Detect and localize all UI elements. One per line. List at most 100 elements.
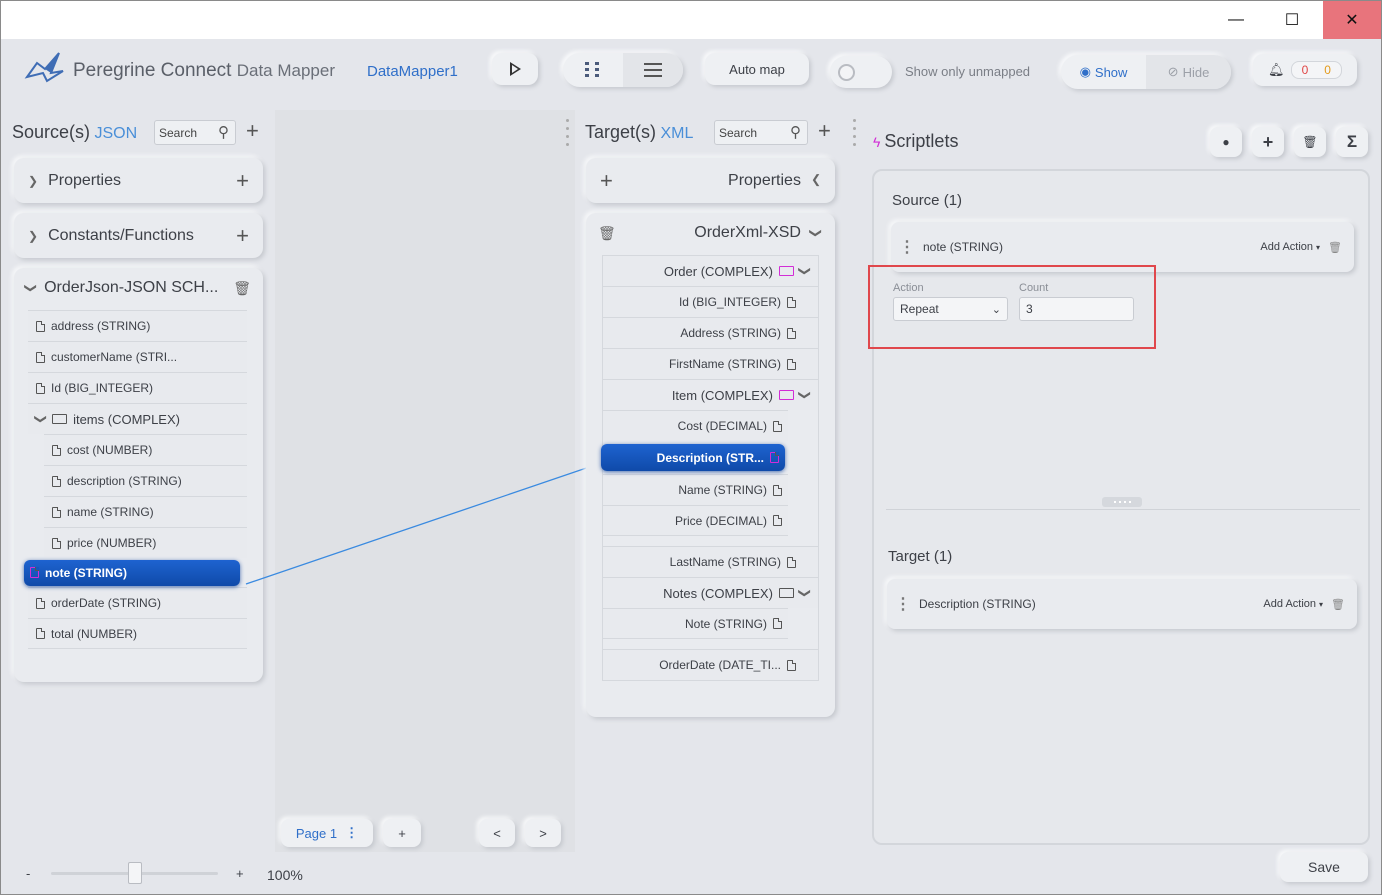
mapper-name: DataMapper1 (367, 63, 458, 80)
add-constant-icon[interactable]: + (236, 223, 249, 249)
field-label: description (STRING) (67, 474, 182, 488)
field-label: Id (BIG_INTEGER) (678, 295, 781, 309)
target-field-name[interactable]: Name (STRING) (603, 474, 788, 505)
auto-map-button[interactable]: Auto map (705, 53, 809, 85)
target-field-description-selected[interactable]: Description (STR... (601, 444, 785, 471)
save-button[interactable]: Save (1280, 852, 1368, 882)
show-button[interactable]: ◉ Show (1061, 55, 1146, 89)
trash-icon[interactable]: 🗑︎ (1331, 598, 1345, 611)
source-field-description[interactable]: description (STRING) (44, 465, 247, 496)
add-property-icon[interactable]: + (600, 168, 613, 194)
trash-icon[interactable]: 🗑︎ (1328, 241, 1342, 254)
add-action-label: Add Action (1263, 598, 1317, 610)
target-field-note[interactable]: Note (STRING) (603, 608, 788, 639)
trash-icon[interactable]: 🗑︎ (598, 225, 616, 242)
add-scriptlet-button[interactable]: + (1252, 127, 1284, 157)
file-icon (787, 358, 796, 370)
scriptlet-target-item[interactable]: ⋮ Description (STRING) Add Action ▾ 🗑︎ (887, 579, 1357, 629)
zoom-slider-thumb[interactable] (127, 862, 142, 884)
drag-handle-icon[interactable]: ⋮ (895, 594, 911, 614)
chevron-down-icon: ❯ (797, 587, 812, 599)
maximize-button[interactable]: ☐ (1269, 1, 1315, 39)
constants-functions-label: Constants/Functions (48, 226, 194, 244)
add-action-button[interactable]: Add Action ▾ (1263, 598, 1323, 610)
target-properties-section[interactable]: + Properties ❯ (586, 158, 835, 203)
constants-functions-section[interactable]: ❯ Constants/Functions + (14, 213, 263, 258)
source-field-name[interactable]: name (STRING) (44, 496, 247, 527)
source-field-cost[interactable]: cost (NUMBER) (44, 434, 247, 465)
add-target-icon[interactable]: + (818, 118, 831, 144)
target-field-notes[interactable]: Notes (COMPLEX) ❯ (603, 577, 818, 608)
target-field-lastname[interactable]: LastName (STRING) (603, 546, 818, 577)
source-field-id[interactable]: Id (BIG_INTEGER) (28, 372, 247, 403)
unmapped-toggle[interactable] (830, 56, 892, 88)
mapping-canvas[interactable] (275, 110, 575, 852)
field-label: note (STRING) (45, 565, 127, 580)
list-view-icon[interactable] (623, 53, 683, 87)
target-field-order[interactable]: Order (COMPLEX) ❯ (603, 255, 818, 286)
add-source-icon[interactable]: + (246, 118, 259, 144)
source-field-orderdate[interactable]: orderDate (STRING) (28, 587, 247, 618)
field-label: Note (STRING) (684, 616, 767, 631)
file-icon (36, 597, 45, 609)
field-label: FirstName (STRING) (669, 357, 781, 371)
title-bar: — ☐ ✕ (1, 1, 1381, 39)
more-vertical-icon[interactable]: ⋮ (345, 825, 358, 841)
source-field-note-selected[interactable]: note (STRING) (24, 559, 240, 586)
caret-down-icon: ▾ (1316, 242, 1321, 252)
target-field-id[interactable]: Id (BIG_INTEGER) (603, 286, 818, 317)
target-search-input[interactable]: Search ⚲ (714, 120, 808, 145)
source-header: Source(s) JSON (12, 122, 137, 143)
chevron-right-icon: ❯ (28, 173, 39, 188)
add-page-button[interactable]: + (383, 819, 421, 847)
caret-down-icon: ▾ (1319, 599, 1324, 609)
drag-handle-icon[interactable]: ⋮ (899, 237, 915, 257)
minimize-button[interactable]: — (1213, 1, 1259, 39)
zoom-out-button[interactable]: - (26, 866, 30, 881)
field-label: cost (NUMBER) (67, 443, 153, 457)
delete-scriptlet-button[interactable]: 🗑︎ (1294, 127, 1326, 157)
target-field-firstname[interactable]: FirstName (STRING) (603, 348, 818, 379)
zoom-in-button[interactable]: + (236, 866, 244, 881)
run-button[interactable] (492, 53, 538, 85)
target-field-price[interactable]: Price (DECIMAL) (603, 505, 788, 536)
target-field-address[interactable]: Address (STRING) (603, 317, 818, 348)
source-schema-header[interactable]: ❯ OrderJson-JSON SCH... 🗑︎ (14, 268, 263, 308)
notes-children: Note (STRING) (603, 608, 788, 639)
close-button[interactable]: ✕ (1323, 1, 1381, 39)
notifications-button[interactable]: 🔔︎ 0 0 (1253, 54, 1357, 86)
add-property-icon[interactable]: + (236, 168, 249, 194)
source-title: Source(s) (12, 122, 91, 142)
source-properties-section[interactable]: ❯ Properties + (14, 158, 263, 203)
source-search-input[interactable]: Search ⚲ (154, 120, 236, 145)
target-field-item[interactable]: Item (COMPLEX) ❯ (603, 379, 818, 410)
target-field-cost[interactable]: Cost (DECIMAL) (603, 410, 788, 441)
add-action-button[interactable]: Add Action ▾ (1260, 241, 1320, 253)
functions-button[interactable]: Σ (1336, 127, 1368, 157)
target-search-placeholder: Search (719, 125, 758, 140)
target-field-orderdate[interactable]: OrderDate (DATE_TI... (603, 649, 818, 680)
source-field-address[interactable]: address (STRING) (28, 310, 247, 341)
source-field-total[interactable]: total (NUMBER) (28, 618, 247, 649)
view-scriptlet-button[interactable]: ● (1210, 127, 1242, 157)
scriptlet-target-label: Description (STRING) (919, 597, 1036, 611)
splitter-handle[interactable] (1102, 497, 1142, 507)
source-field-list: address (STRING) customerName (STRI... I… (24, 310, 247, 649)
hide-button[interactable]: ⊘ Hide (1146, 55, 1231, 89)
grid-view-icon[interactable] (563, 53, 623, 87)
data-mapper-window: — ☐ ✕ Peregrine Connect Data Mapper Data… (0, 0, 1382, 895)
trash-icon[interactable]: 🗑︎ (233, 280, 251, 297)
next-page-button[interactable]: > (525, 819, 561, 847)
source-field-items[interactable]: ❯ items (COMPLEX) (28, 403, 247, 434)
target-schema-header[interactable]: 🗑︎ OrderXml-XSD ❯ (586, 213, 835, 253)
target-properties-label: Properties (728, 171, 801, 189)
scriptlets-resize-handle[interactable] (851, 115, 857, 155)
description-row-wrapper: Description (STR... (601, 441, 788, 474)
file-icon (36, 320, 45, 332)
target-panel-resize-handle[interactable] (564, 115, 570, 155)
source-field-customername[interactable]: customerName (STRI... (28, 341, 247, 372)
page-tab[interactable]: Page 1 ⋮ (281, 819, 373, 847)
source-field-price[interactable]: price (NUMBER) (44, 527, 247, 558)
chevron-down-icon: ❯ (34, 413, 49, 425)
prev-page-button[interactable]: < (479, 819, 515, 847)
